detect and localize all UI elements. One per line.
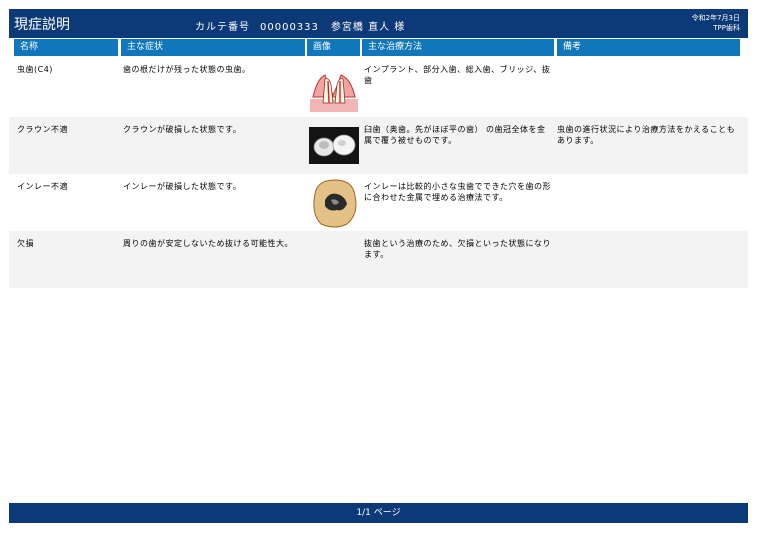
report-date: 令和2年7月3日 — [691, 14, 740, 22]
row-name: インレー不適 — [17, 182, 68, 191]
page-footer: 1/1 ページ — [9, 503, 748, 523]
row-symptom: クラウンが破損した状態です。 — [123, 125, 242, 134]
inlay-image — [307, 174, 363, 231]
row-treatment: インプラント、部分入歯、総入歯、ブリッジ、抜歯 — [364, 65, 551, 85]
row-name: 虫歯(C4) — [17, 65, 53, 74]
row-treatment: 臼歯（奥歯。先がほぼ平の歯） の歯冠全体を金属で覆う被せものです。 — [364, 125, 546, 145]
page-title: 現症説明 — [14, 17, 70, 33]
row-name: クラウン不適 — [17, 125, 68, 134]
header-meta: 令和2年7月3日 TPP歯科 — [692, 13, 740, 33]
row-treatment: 抜歯という治療のため、欠損といった状態になります。 — [364, 239, 551, 259]
table-row: 虫歯(C4) 歯の根だけが残った状態の虫歯。 インプラント、部分入歯、総入歯、ブ… — [9, 57, 748, 114]
chart-info: カルテ番号 00000333 参宮橋 直人 様 — [195, 18, 405, 33]
table-row: 欠損 周りの歯が安定しないため抜ける可能性大。 抜歯という治療のため、欠損といっ… — [9, 231, 748, 288]
row-symptom: 歯の根だけが残った状態の虫歯。 — [123, 65, 251, 74]
row-treatment: インレーは比較的小さな虫歯でできた穴を歯の形に合わせた金属で埋める治療法です。 — [364, 182, 551, 202]
tooth-root-image — [307, 57, 363, 114]
column-header-image: 画像 — [307, 39, 360, 56]
column-header-symptom: 主な症状 — [121, 39, 305, 56]
image-cell-empty — [307, 231, 363, 288]
column-header-name: 名称 — [14, 39, 118, 56]
row-symptom: インレーが破損した状態です。 — [123, 182, 242, 191]
chart-label: カルテ番号 — [195, 22, 250, 33]
clinic-name: TPP歯科 — [713, 24, 740, 32]
chart-number: 00000333 — [260, 22, 319, 33]
row-note: 虫歯の進行状況により治療方法をかえることもあります。 — [557, 125, 736, 145]
page-indicator: 1/1 ページ — [356, 508, 401, 518]
row-symptom: 周りの歯が安定しないため抜ける可能性大。 — [123, 239, 293, 248]
patient-name: 参宮橋 直人 様 — [330, 22, 406, 33]
column-header-treatment: 主な治療方法 — [362, 39, 554, 56]
table-row: インレー不適 インレーが破損した状態です。 インレーは比較的小さな虫歯でできた穴… — [9, 174, 748, 231]
column-header-note: 備考 — [557, 39, 740, 56]
crown-image — [307, 117, 363, 174]
table-row: クラウン不適 クラウンが破損した状態です。 臼歯（奥歯。先がほぼ平の歯） の歯冠… — [9, 117, 748, 174]
report-header: 現症説明 カルテ番号 00000333 参宮橋 直人 様 令和2年7月3日 TPP歯… — [9, 9, 748, 38]
row-name: 欠損 — [17, 239, 34, 248]
